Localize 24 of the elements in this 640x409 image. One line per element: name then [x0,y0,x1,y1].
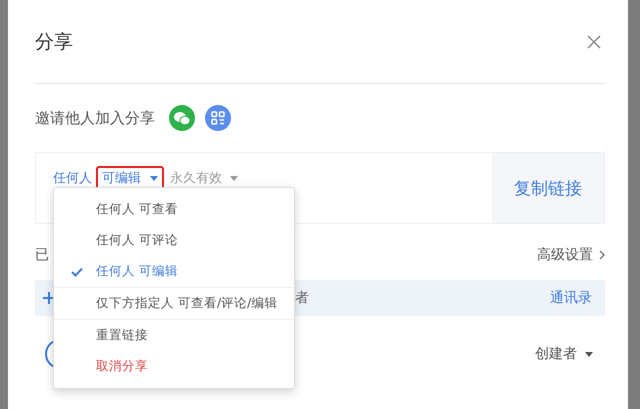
caret-icon [230,176,238,180]
caret-icon [585,352,593,356]
contacts-link[interactable]: 通讯录 [550,289,592,307]
expiry-dropdown[interactable]: 永久有效 [170,166,238,187]
copy-link-button[interactable]: 复制链接 [492,153,604,223]
plus-icon [43,292,55,304]
advanced-settings-link[interactable]: 高级设置 [537,246,605,264]
invite-label: 邀请他人加入分享 [35,108,155,128]
menu-option[interactable]: 任何人 可查看 [54,194,294,225]
menu-action[interactable]: 重置链接 [54,320,294,351]
chat-bubbles-icon[interactable] [169,105,195,131]
role-dropdown[interactable]: 创建者 [535,345,593,363]
dialog-title: 分享 [35,30,73,54]
caret-icon [150,176,158,180]
close-icon[interactable] [587,34,601,48]
chevron-right-icon [599,250,605,260]
scope-label: 任何人 [53,170,92,187]
qr-code-icon[interactable] [205,105,231,131]
add-member-text: 者 [295,289,310,307]
menu-action[interactable]: 取消分享 [54,351,294,382]
section-heading: 已 [35,246,49,264]
check-icon [71,266,83,276]
menu-option[interactable]: 任何人 可评论 [54,225,294,256]
menu-option[interactable]: 仅下方指定人 可查看/评论/编辑 [54,288,294,319]
